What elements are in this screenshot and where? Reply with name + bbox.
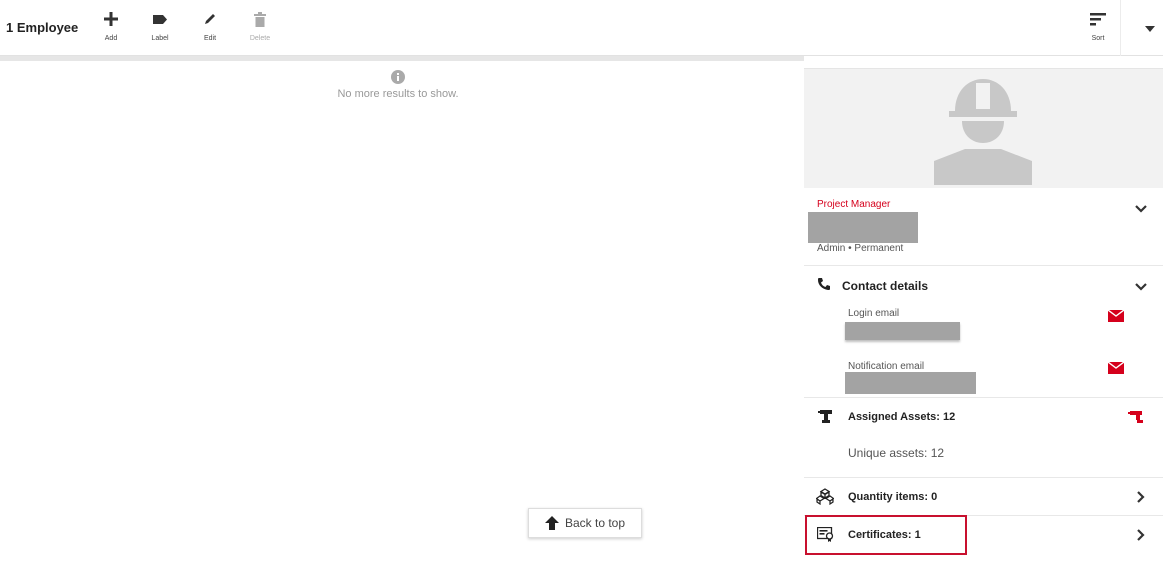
results-list: No more results to show. Back to top <box>0 56 804 565</box>
no-more-results-text: No more results to show. <box>337 88 459 100</box>
chevron-down-icon[interactable] <box>1135 203 1147 215</box>
label-tag-icon <box>140 8 180 30</box>
employee-name-redacted <box>808 212 918 243</box>
top-toolbar: 1 Employee Add Label Edit Delete Sort <box>0 0 1163 56</box>
arrow-up-icon <box>544 516 559 530</box>
info-icon <box>391 70 405 84</box>
plus-icon <box>91 8 131 30</box>
edit-button-label: Edit <box>203 35 217 42</box>
phone-icon <box>818 278 830 290</box>
avatar <box>804 68 1163 188</box>
label-button-label: Label <box>151 35 169 42</box>
chevron-right-icon <box>1137 529 1145 541</box>
result-count-title: 1 Employee <box>6 20 79 35</box>
delete-button[interactable]: Delete <box>240 8 280 42</box>
sort-button-label: Sort <box>1091 35 1105 42</box>
label-button[interactable]: Label <box>140 8 180 42</box>
drill-icon[interactable] <box>1128 409 1144 425</box>
employee-meta: Admin • Permanent <box>817 243 904 254</box>
delete-button-label: Delete <box>249 35 271 42</box>
notification-email-redacted <box>845 372 976 394</box>
add-button-label: Add <box>104 35 118 42</box>
list-top-divider <box>0 56 804 61</box>
certificate-icon <box>817 527 834 542</box>
employee-detail-panel: Project Manager Admin • Permanent Contac… <box>804 56 1163 565</box>
login-email-redacted <box>845 322 960 340</box>
worker-avatar-icon <box>934 79 1032 185</box>
quantity-items-row[interactable]: Quantity items: 0 <box>804 478 1163 516</box>
assigned-assets-title: Assigned Assets: 12 <box>848 411 956 423</box>
sort-button[interactable]: Sort <box>1078 8 1118 42</box>
edit-button[interactable]: Edit <box>190 8 230 42</box>
role-section: Project Manager Admin • Permanent <box>804 188 1163 266</box>
chevron-down-icon[interactable] <box>1135 281 1147 293</box>
chevron-right-icon <box>1137 491 1145 503</box>
assigned-assets-section[interactable]: Assigned Assets: 12 Unique assets: 12 <box>804 398 1163 478</box>
mail-icon[interactable] <box>1108 362 1124 374</box>
end-of-results: No more results to show. <box>300 70 496 100</box>
quantity-items-title: Quantity items: 0 <box>848 491 938 503</box>
drill-icon <box>818 410 832 423</box>
login-email-label: Login email <box>848 308 900 319</box>
certificates-title: Certificates: 1 <box>848 529 921 541</box>
job-title: Project Manager <box>817 199 891 210</box>
more-options-dropdown[interactable] <box>1137 18 1163 40</box>
sort-icon <box>1078 8 1118 30</box>
contact-details-title: Contact details <box>842 279 929 293</box>
toolbar-divider <box>1120 0 1121 56</box>
add-button[interactable]: Add <box>91 8 131 42</box>
contact-details-section: Contact details Login email Notification… <box>804 266 1163 398</box>
unique-assets-count: Unique assets: 12 <box>848 446 945 460</box>
certificates-row[interactable]: Certificates: 1 <box>804 515 1163 555</box>
notification-email-label: Notification email <box>848 361 925 372</box>
back-to-top-button[interactable]: Back to top <box>528 508 642 538</box>
back-to-top-label: Back to top <box>564 516 626 530</box>
boxes-icon <box>816 488 834 505</box>
pencil-icon <box>190 8 230 30</box>
mail-icon[interactable] <box>1108 310 1124 322</box>
trash-icon <box>240 8 280 30</box>
caret-down-icon <box>1145 26 1155 32</box>
